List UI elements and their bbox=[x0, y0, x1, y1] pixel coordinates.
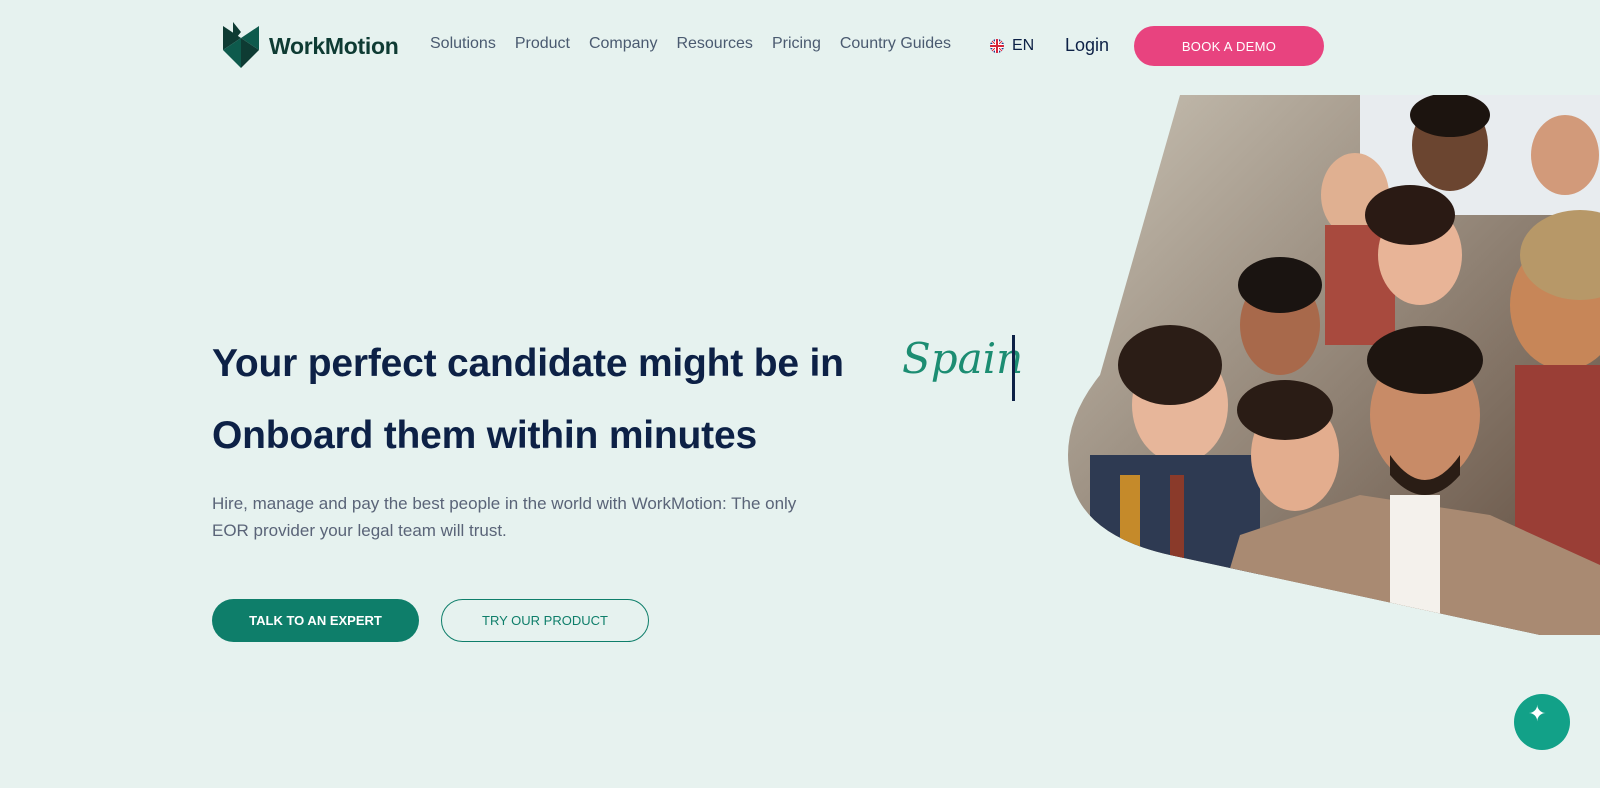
workmotion-logo-icon bbox=[223, 22, 259, 68]
brand-name: WorkMotion bbox=[269, 32, 399, 59]
brand-logo[interactable]: WorkMotion bbox=[219, 22, 399, 70]
login-link[interactable]: Login bbox=[1065, 35, 1109, 56]
hero-description: Hire, manage and pay the best people in … bbox=[212, 494, 797, 540]
main-nav: Solutions Product Company Resources Pric… bbox=[430, 35, 970, 53]
typing-caret bbox=[1012, 335, 1015, 401]
hero-team-photo bbox=[1068, 95, 1600, 635]
hero-country: Spain bbox=[902, 334, 1024, 383]
nav-solutions[interactable]: Solutions bbox=[430, 35, 496, 53]
try-product-button[interactable]: TRY OUR PRODUCT bbox=[441, 599, 649, 642]
nav-pricing[interactable]: Pricing bbox=[772, 35, 821, 53]
nav-company[interactable]: Company bbox=[589, 35, 657, 53]
bottom-band bbox=[0, 712, 1600, 788]
nav-product[interactable]: Product bbox=[515, 35, 570, 53]
language-selector[interactable]: EN bbox=[990, 37, 1034, 55]
nav-resources[interactable]: Resources bbox=[676, 35, 752, 53]
nav-country-guides[interactable]: Country Guides bbox=[840, 35, 951, 53]
chat-sparkle-icon: ✦ bbox=[1528, 701, 1547, 726]
hero-headline: Your perfect candidate might be in bbox=[212, 342, 844, 385]
hero-subheadline: Onboard them within minutes bbox=[212, 414, 757, 457]
chat-widget[interactable]: ✦ bbox=[1514, 694, 1570, 750]
uk-flag-icon bbox=[990, 39, 1004, 53]
talk-to-expert-button[interactable]: TALK TO AN EXPERT bbox=[212, 599, 419, 642]
book-demo-button[interactable]: BOOK A DEMO bbox=[1134, 26, 1324, 66]
language-label: EN bbox=[1012, 37, 1035, 54]
